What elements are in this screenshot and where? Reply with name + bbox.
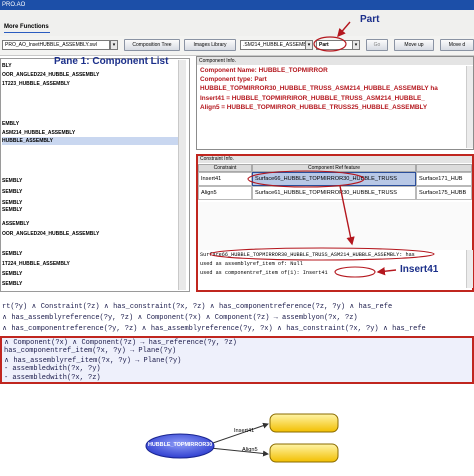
surface-highlight-circle [247, 170, 365, 188]
insert41-callout-arrow [376, 267, 397, 276]
part-callout-arrow [337, 21, 351, 38]
target-node-2 [269, 443, 339, 463]
formula-line: ∧ has_assemblyref_item(?x, ?y) → Plane(?… [4, 357, 182, 365]
formula-line: has_componentref_item(?x, ?y) → Plane(?y… [4, 347, 177, 355]
relation-graph: HUBBLE_TOPMIRROR30 Insert41 Align5 [0, 386, 474, 474]
edge-label-align5: Align5 [242, 447, 258, 453]
formula-line: rt(?y) ∧ Constraint(?z) ∧ has_constraint… [2, 303, 393, 311]
insert41-highlight-circle [334, 266, 376, 278]
surface-link-arrow [339, 185, 355, 246]
formula-line: ∧ has_assemblyreference(?y, ?z) ∧ Compon… [2, 314, 358, 322]
edge-insert41 [209, 422, 269, 445]
detail-highlight-circle [209, 247, 435, 261]
formula-line: - assembledwith(?x, ?z) [4, 374, 101, 382]
formula-line: ∧ has_componentreference(?y, ?z) ∧ has_a… [2, 325, 426, 333]
formula-upper-area: rt(?y) ∧ Constraint(?z) ∧ has_constraint… [0, 300, 474, 336]
edge-align5 [209, 447, 269, 457]
part-highlight-circle [313, 36, 347, 52]
formula-line: ∧ Component(?x) ∧ Component(?z) → has_re… [4, 339, 237, 347]
part-callout-label: Part [360, 14, 380, 25]
center-node-label[interactable]: HUBBLE_TOPMIRROR30 [148, 442, 212, 448]
formula-line: - assembledwith(?x, ?y) [4, 365, 101, 373]
insert41-callout-label: Insert41 [400, 264, 439, 275]
formula-lower-area: ∧ Component(?x) ∧ Component(?z) → has_re… [2, 338, 472, 382]
target-node-1 [269, 413, 339, 433]
edge-label-insert41: Insert41 [234, 428, 255, 434]
